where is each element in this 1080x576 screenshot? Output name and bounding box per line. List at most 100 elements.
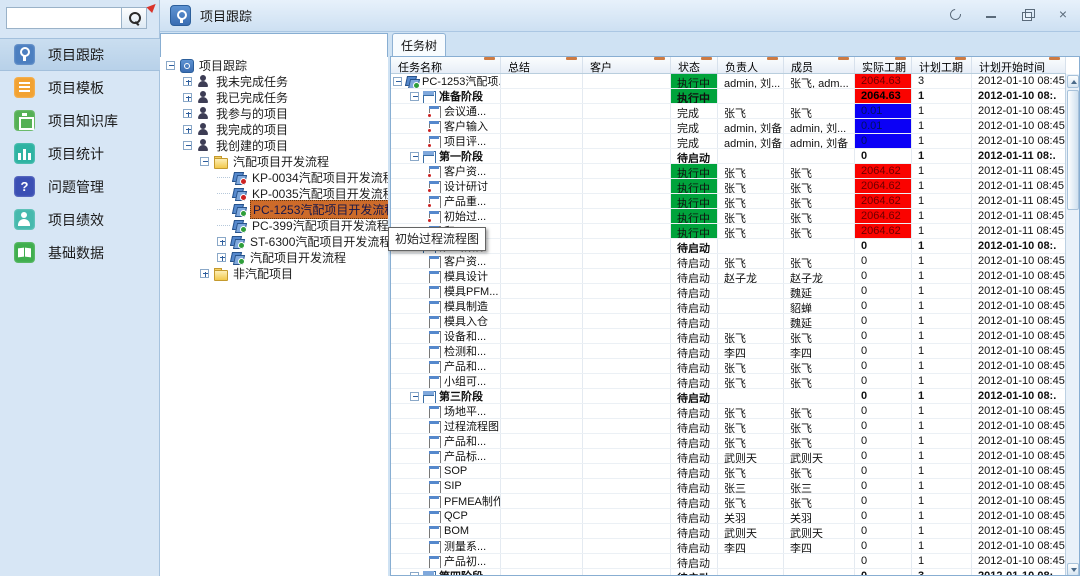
tree-item[interactable]: 汽配项目开发流程	[160, 249, 388, 265]
tree-item[interactable]: 我创建的项目	[160, 137, 388, 153]
table-row[interactable]: SIP待启动张三张三012012-01-10 08:45:3	[391, 479, 1066, 494]
tree-item[interactable]: 我参与的项目	[160, 105, 388, 121]
search-input[interactable]	[6, 7, 122, 29]
collapse-icon[interactable]	[410, 392, 419, 401]
tree-item[interactable]: PC-399汽配项目开发流程	[160, 217, 388, 233]
column-header-2[interactable]: 总结	[501, 57, 583, 73]
scroll-thumb[interactable]	[1067, 90, 1079, 210]
table-row[interactable]: 客户资...待启动张飞张飞012012-01-10 08:45:3	[391, 254, 1066, 269]
table-row[interactable]: 准备阶段执行中2064.6312012-01-10 08:.	[391, 89, 1066, 104]
table-row[interactable]: 客户输入完成admin, 刘备admin, 刘...0.0112012-01-1…	[391, 119, 1066, 134]
table-row[interactable]: 第三阶段待启动012012-01-10 08:.	[391, 389, 1066, 404]
table-row[interactable]: 产品和...待启动张飞张飞012012-01-10 08:45:3	[391, 434, 1066, 449]
scroll-up-button[interactable]	[1067, 75, 1079, 88]
collapse-icon[interactable]	[166, 61, 175, 70]
column-header-1[interactable]: 任务名称	[391, 57, 501, 73]
planned-start-cell: 2012-01-11 08:45:3	[972, 224, 1066, 238]
collapse-icon[interactable]	[393, 77, 402, 86]
summary-cell	[501, 269, 583, 283]
table-row[interactable]: 检测和...待启动李四李四012012-01-10 08:45:3	[391, 344, 1066, 359]
sidebar-item-2[interactable]: 项目模板	[0, 71, 160, 104]
table-row[interactable]: 小组可...待启动张飞张飞012012-01-10 08:45:3	[391, 374, 1066, 389]
tree-item[interactable]: KP-0034汽配项目开发流程	[160, 169, 388, 185]
column-header-9[interactable]: 计划开始时间	[972, 57, 1066, 73]
tree-item[interactable]: ST-6300汽配项目开发流程	[160, 233, 388, 249]
tree-item[interactable]: 我已完成任务	[160, 89, 388, 105]
customer-cell	[583, 89, 671, 103]
minimize-button[interactable]	[982, 5, 1000, 23]
collapse-icon[interactable]	[410, 152, 419, 161]
table-row[interactable]: SOP待启动张飞张飞012012-01-10 08:45:3	[391, 464, 1066, 479]
close-button[interactable]: ×	[1054, 5, 1072, 23]
tree-item[interactable]: 我完成的项目	[160, 121, 388, 137]
member-cell: 张飞	[784, 419, 855, 433]
status-badge	[240, 194, 247, 201]
table-row[interactable]: 第一阶段待启动012012-01-11 08:.	[391, 149, 1066, 164]
column-header-3[interactable]: 客户	[583, 57, 671, 73]
vertical-scrollbar[interactable]	[1065, 74, 1079, 576]
table-row[interactable]: 模具设计待启动赵子龙赵子龙012012-01-10 08:45:3	[391, 269, 1066, 284]
table-row[interactable]: 设备和...待启动张飞张飞012012-01-10 08:45:3	[391, 329, 1066, 344]
table-row[interactable]: 场地平...待启动张飞张飞012012-01-10 08:45:3	[391, 404, 1066, 419]
column-header-8[interactable]: 计划工期	[912, 57, 972, 73]
table-row[interactable]: 设计研讨执行中张飞张飞2064.6212012-01-11 08:45:3	[391, 179, 1066, 194]
table-row[interactable]: 和...执行中张飞张飞2064.6212012-01-11 08:45:3	[391, 224, 1066, 239]
table-row[interactable]: 第四阶段待启动032012-01-10 08:.	[391, 569, 1066, 576]
sidebar-item-7[interactable]: 基础数据	[0, 236, 160, 269]
restore-button[interactable]	[1018, 5, 1036, 23]
column-header-5[interactable]: 负责人	[718, 57, 784, 73]
tree-item[interactable]: 非汽配项目	[160, 265, 388, 281]
column-header-4[interactable]: 状态	[671, 57, 718, 73]
column-header-6[interactable]: 成员	[784, 57, 855, 73]
table-row[interactable]: 项目评...完成admin, 刘备admin, 刘备012012-01-10 0…	[391, 134, 1066, 149]
table-row[interactable]: PFMEA制作待启动张飞张飞012012-01-10 08:45:3	[391, 494, 1066, 509]
task-name-cell: BOM	[391, 524, 501, 538]
table-row[interactable]: 产品标...待启动武则天武则天012012-01-10 08:45:3	[391, 449, 1066, 464]
table-row[interactable]: 会议通...完成张飞张飞0.0112012-01-10 08:45:3	[391, 104, 1066, 119]
collapse-icon[interactable]	[200, 157, 209, 166]
table-row[interactable]: 第二阶段待启动012012-01-10 08:.	[391, 239, 1066, 254]
sidebar-item-6[interactable]: 项目绩效	[0, 203, 160, 236]
tree-item[interactable]: PC-1253汽配项目开发流程	[160, 201, 388, 217]
table-row[interactable]: 模具PFM...待启动魏延012012-01-10 08:45:3	[391, 284, 1066, 299]
tree-item-label: 非汽配项目	[231, 265, 295, 282]
expand-icon[interactable]	[183, 109, 192, 118]
tree-item[interactable]: 项目跟踪	[160, 57, 388, 73]
task-name: QCP	[444, 510, 468, 522]
task-icon	[427, 135, 441, 148]
expand-icon[interactable]	[183, 125, 192, 134]
table-row[interactable]: 过程流程图待启动张飞张飞012012-01-10 08:45:3	[391, 419, 1066, 434]
task-name: 小组可...	[444, 374, 486, 388]
expand-icon[interactable]	[217, 253, 226, 262]
expand-icon[interactable]	[183, 93, 192, 102]
table-row[interactable]: PC-1253汽配项...执行中admin, 刘...张飞, adm...206…	[391, 74, 1066, 89]
expand-icon[interactable]	[183, 77, 192, 86]
table-row[interactable]: QCP待启动关羽关羽012012-01-10 08:45:3	[391, 509, 1066, 524]
collapse-icon[interactable]	[410, 572, 419, 576]
sidebar-item-3[interactable]: 项目知识库	[0, 104, 160, 137]
collapse-icon[interactable]	[410, 92, 419, 101]
table-row[interactable]: 模具入仓待启动魏延012012-01-10 08:45:3	[391, 314, 1066, 329]
table-row[interactable]: 产品和...待启动张飞张飞012012-01-10 08:45:3	[391, 359, 1066, 374]
table-row[interactable]: 模具制造待启动貂蝉012012-01-10 08:45:3	[391, 299, 1066, 314]
expand-icon[interactable]	[200, 269, 209, 278]
table-row[interactable]: 产品初...待启动012012-01-10 08:45:3	[391, 554, 1066, 569]
tree-item[interactable]: 我未完成任务	[160, 73, 388, 89]
table-row[interactable]: BOM待启动武则天武则天012012-01-10 08:45:3	[391, 524, 1066, 539]
sidebar-item-1[interactable]: 项目跟踪	[0, 38, 160, 71]
table-row[interactable]: 客户资...执行中张飞张飞2064.6212012-01-11 08:45:3	[391, 164, 1066, 179]
expand-icon[interactable]	[217, 237, 226, 246]
refresh-icon[interactable]	[946, 5, 964, 23]
table-row[interactable]: 初始过...执行中张飞张飞2064.6212012-01-11 08:45:3	[391, 209, 1066, 224]
tree-item[interactable]: 汽配项目开发流程	[160, 153, 388, 169]
search-button[interactable]	[121, 7, 147, 29]
tab-task-tree[interactable]: 任务树	[392, 33, 446, 57]
sidebar-item-4[interactable]: 项目统计	[0, 137, 160, 170]
sidebar-item-5[interactable]: 问题管理	[0, 170, 160, 203]
planned-duration-cell: 1	[912, 239, 972, 253]
table-row[interactable]: 产品重...执行中张飞张飞2064.6212012-01-11 08:45:3	[391, 194, 1066, 209]
collapse-icon[interactable]	[183, 141, 192, 150]
table-row[interactable]: 测量系...待启动李四李四012012-01-10 08:45:3	[391, 539, 1066, 554]
scroll-down-button[interactable]	[1067, 563, 1079, 576]
column-header-7[interactable]: 实际工期	[855, 57, 912, 73]
